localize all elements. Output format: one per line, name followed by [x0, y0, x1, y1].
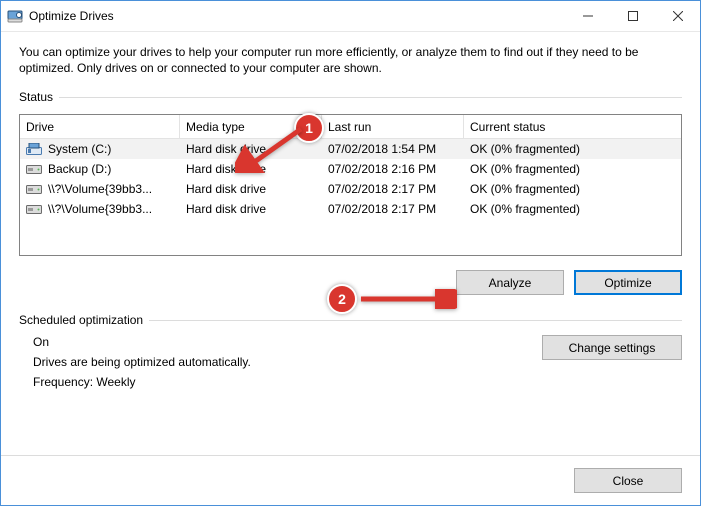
window-title: Optimize Drives — [29, 9, 114, 23]
cell-current-status: OK (0% fragmented) — [464, 162, 664, 176]
hdd-icon — [26, 183, 42, 195]
intro-text: You can optimize your drives to help you… — [19, 44, 682, 76]
cell-last-run: 07/02/2018 2:17 PM — [322, 182, 464, 196]
drive-name: Backup (D:) — [48, 162, 111, 176]
divider — [149, 320, 682, 321]
footer: Close — [1, 455, 700, 505]
table-row[interactable]: Backup (D:) Hard disk drive07/02/2018 2:1… — [20, 159, 681, 179]
cell-last-run: 07/02/2018 1:54 PM — [322, 142, 464, 156]
status-group: Status Drive Media type Last run Current… — [19, 90, 682, 295]
scheduled-desc: Drives are being optimized automatically… — [33, 355, 542, 369]
hdd-icon — [26, 203, 42, 215]
cell-drive: Backup (D:) — [20, 162, 180, 176]
cell-drive: \\?\Volume{39bb3... — [20, 202, 180, 216]
column-last-run[interactable]: Last run — [322, 115, 464, 138]
cell-current-status: OK (0% fragmented) — [464, 182, 664, 196]
app-icon — [7, 8, 23, 24]
optimize-button[interactable]: Optimize — [574, 270, 682, 295]
analyze-button[interactable]: Analyze — [456, 270, 564, 295]
maximize-button[interactable] — [610, 2, 655, 31]
cell-last-run: 07/02/2018 2:16 PM — [322, 162, 464, 176]
listview-header: Drive Media type Last run Current status — [20, 115, 681, 139]
drives-listview[interactable]: Drive Media type Last run Current status… — [19, 114, 682, 256]
column-drive[interactable]: Drive — [20, 115, 180, 138]
column-current-status[interactable]: Current status — [464, 115, 664, 138]
change-settings-button[interactable]: Change settings — [542, 335, 682, 360]
titlebar: Optimize Drives — [1, 1, 700, 32]
cell-media-type: Hard disk drive — [180, 162, 322, 176]
cell-current-status: OK (0% fragmented) — [464, 142, 664, 156]
table-row[interactable]: \\?\Volume{39bb3... Hard disk drive07/02/… — [20, 179, 681, 199]
cell-current-status: OK (0% fragmented) — [464, 202, 664, 216]
scheduled-on: On — [33, 335, 542, 349]
minimize-button[interactable] — [565, 2, 610, 31]
table-row[interactable]: \\?\Volume{39bb3... Hard disk drive07/02/… — [20, 199, 681, 219]
table-row[interactable]: System (C:) Hard disk drive07/02/2018 1:5… — [20, 139, 681, 159]
cell-last-run: 07/02/2018 2:17 PM — [322, 202, 464, 216]
cell-media-type: Hard disk drive — [180, 182, 322, 196]
hdd-icon — [26, 163, 42, 175]
cell-drive: \\?\Volume{39bb3... — [20, 182, 180, 196]
os-drive-icon — [26, 143, 42, 155]
cell-media-type: Hard disk drive — [180, 142, 322, 156]
drive-name: \\?\Volume{39bb3... — [48, 202, 152, 216]
drive-name: \\?\Volume{39bb3... — [48, 182, 152, 196]
cell-drive: System (C:) — [20, 142, 180, 156]
column-media-type[interactable]: Media type — [180, 115, 322, 138]
status-legend: Status — [19, 90, 53, 104]
close-window-button[interactable] — [655, 2, 700, 31]
divider — [59, 97, 682, 98]
optimize-drives-window: Optimize Drives You can optimize your dr… — [0, 0, 701, 506]
close-button[interactable]: Close — [574, 468, 682, 493]
drive-name: System (C:) — [48, 142, 111, 156]
scheduled-optimization-group: Scheduled optimization On Drives are bei… — [19, 313, 682, 395]
content-area: You can optimize your drives to help you… — [1, 32, 700, 455]
cell-media-type: Hard disk drive — [180, 202, 322, 216]
scheduled-frequency: Frequency: Weekly — [33, 375, 542, 389]
scheduled-legend: Scheduled optimization — [19, 313, 143, 327]
